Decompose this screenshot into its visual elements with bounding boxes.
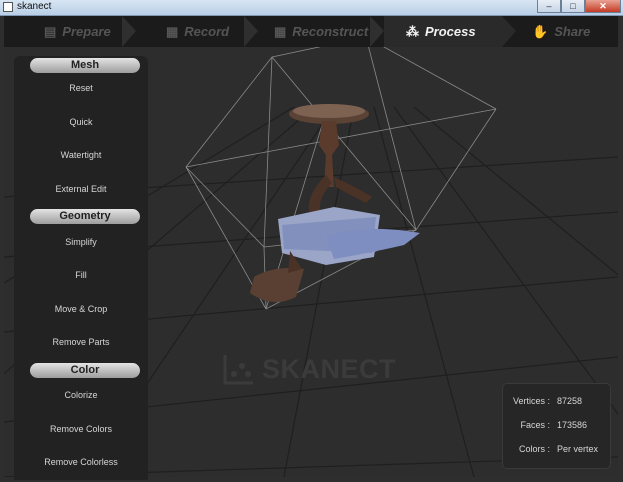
section-geometry-header: Geometry xyxy=(30,209,140,224)
tab-reconstruct[interactable]: ▦ Reconstruct xyxy=(274,16,368,47)
tab-share[interactable]: ✋ Share xyxy=(532,16,590,47)
thumbs-up-icon: ✋ xyxy=(532,23,549,39)
colorize-button[interactable]: Colorize xyxy=(14,390,148,400)
remove-parts-button[interactable]: Remove Parts xyxy=(14,337,148,347)
step-separator xyxy=(370,16,384,47)
skanect-watermark: SKANECT xyxy=(222,352,396,386)
film-icon: ▦ xyxy=(274,23,287,39)
minimize-button[interactable]: – xyxy=(537,0,561,13)
window-title: skanect xyxy=(17,1,52,12)
vertices-value: 87258 xyxy=(557,396,583,406)
reset-button[interactable]: Reset xyxy=(14,83,148,93)
skanect-logo-icon xyxy=(223,355,253,385)
watermark-text: SKANECT xyxy=(262,353,397,384)
quick-button[interactable]: Quick xyxy=(14,117,148,127)
simplify-button[interactable]: Simplify xyxy=(14,237,148,247)
external-edit-button[interactable]: External Edit xyxy=(14,184,148,194)
window-title-bar: skanect – □ ✕ xyxy=(0,0,623,16)
fill-button[interactable]: Fill xyxy=(14,270,148,280)
faces-value: 173586 xyxy=(557,420,588,430)
tab-process[interactable]: ⁂ Process xyxy=(406,16,476,47)
colors-label: Colors : xyxy=(518,444,550,454)
app-icon xyxy=(3,2,13,12)
vertices-label: Vertices : xyxy=(512,396,550,406)
folder-icon: ▤ xyxy=(44,23,57,39)
tab-record[interactable]: ▦ Record xyxy=(166,16,229,47)
tab-prepare[interactable]: ▤ Prepare xyxy=(44,16,111,47)
workflow-nav: ▤ Prepare ▦ Record ▦ Reconstruct ⁂ Proce… xyxy=(4,16,618,47)
remove-colorless-button[interactable]: Remove Colorless xyxy=(14,457,148,467)
step-separator xyxy=(122,16,136,47)
section-mesh-header: Mesh xyxy=(30,58,140,73)
watertight-button[interactable]: Watertight xyxy=(14,150,148,160)
mesh-stats-box: Vertices : 87258 Faces : 173586 Colors :… xyxy=(502,383,611,469)
maximize-button[interactable]: □ xyxy=(561,0,585,13)
step-separator xyxy=(502,16,516,47)
faces-label: Faces : xyxy=(520,420,550,430)
remove-colors-button[interactable]: Remove Colors xyxy=(14,424,148,434)
section-color-header: Color xyxy=(30,363,140,378)
film-icon: ▦ xyxy=(166,23,179,39)
nodes-icon: ⁂ xyxy=(406,23,419,39)
colors-value: Per vertex xyxy=(557,444,599,454)
process-tools-panel: Mesh Reset Quick Watertight External Edi… xyxy=(14,56,148,480)
close-button[interactable]: ✕ xyxy=(585,0,621,13)
step-separator xyxy=(244,16,258,47)
move-crop-button[interactable]: Move & Crop xyxy=(14,304,148,314)
